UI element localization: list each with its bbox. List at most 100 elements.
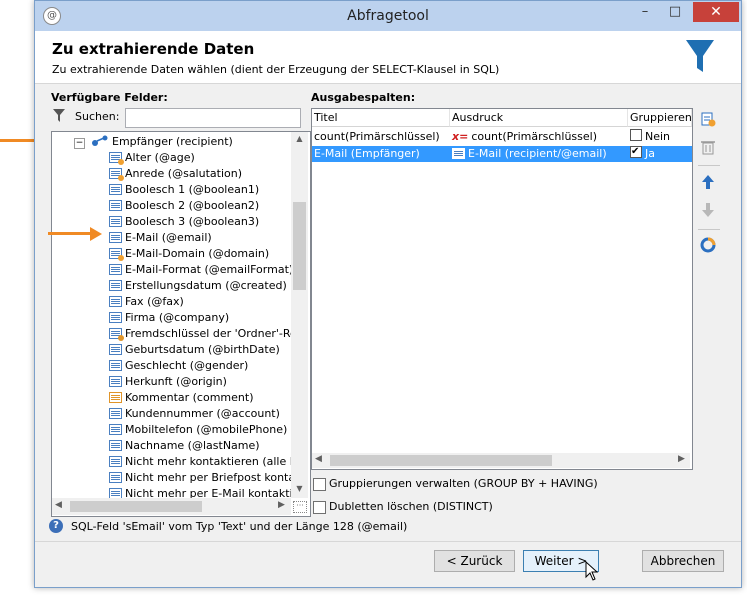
tree-item[interactable]: Boolesch 1 (@boolean1) [109,182,259,198]
tree-item-label: Kommentar (comment) [125,391,254,404]
minimize-button[interactable]: – [631,2,659,22]
title-bar: @ Abfragetool – □ ✕ [35,1,741,31]
field-icon [109,280,122,291]
tree-item-label: Nicht mehr kontaktieren (alle K [125,455,297,468]
expression-text: E-Mail (recipient/@email) [468,147,607,160]
scroll-up-arrow-icon[interactable]: ▲ [291,134,308,143]
distinct-label: Dubletten löschen (DISTINCT) [329,500,493,513]
page-subtitle: Zu extrahierende Daten wählen (dient der… [52,63,500,76]
tree-item[interactable]: Herkunft (@origin) [109,374,227,390]
tree-item-label: Fremdschlüssel der 'Ordner'-Re [125,327,297,340]
tree-item-label: Herkunft (@origin) [125,375,227,388]
tree-item-label: Geschlecht (@gender) [125,359,249,372]
tree-root-label: Empfänger (recipient) [112,135,233,148]
cell-title: E-Mail (Empfänger) [314,147,420,160]
search-input[interactable] [125,108,301,128]
tree-item[interactable]: Firma (@company) [109,310,229,326]
tree-item[interactable]: E-Mail-Format (@emailFormat) [109,262,293,278]
group-label: Nein [645,130,671,143]
tree-item-label: Nicht mehr per Briefpost konta [125,471,296,484]
tree-item[interactable]: Anrede (@salutation) [109,166,242,182]
tree-item[interactable]: Kundennummer (@account) [109,406,280,422]
scroll-right-arrow-icon[interactable]: ▶ [678,454,685,464]
group-checkbox[interactable] [630,129,642,141]
link-field-icon [109,328,124,341]
tree-item[interactable]: Mobiltelefon (@mobilePhone) [109,422,287,438]
tree-item-label: Mobiltelefon (@mobilePhone) [125,423,288,436]
move-up-icon[interactable] [698,174,718,194]
tree-item-label: Kundennummer (@account) [125,407,280,420]
mouse-cursor-icon [585,561,599,581]
field-icon [452,148,465,159]
table-row[interactable]: count(Primärschlüssel) x= count(Primärsch… [312,129,692,145]
group-label: Ja [645,147,655,160]
column-header-expression[interactable]: Ausdruck [450,109,628,127]
scrollbar-thumb[interactable] [330,455,552,466]
add-icon[interactable] [698,111,718,131]
tree-item[interactable]: E-Mail-Domain (@domain) [109,246,269,262]
tree-item[interactable]: Alter (@age) [109,150,195,166]
link-node-icon [92,135,108,146]
resize-grip-icon[interactable]: ··· [293,501,307,513]
field-icon [109,472,122,483]
tree-horizontal-scrollbar[interactable]: ◀ ▶ [52,498,291,515]
field-icon [109,424,122,435]
tree-item[interactable]: Geschlecht (@gender) [109,358,248,374]
field-icon [109,408,122,419]
tree-vertical-scrollbar[interactable]: ▲ ▼ [291,132,308,498]
tree-item[interactable]: Fax (@fax) [109,294,184,310]
back-button[interactable]: < Zurück [434,550,515,572]
column-header-group[interactable]: Gruppieren [628,109,692,127]
output-columns-label: Ausgabespalten: [311,91,416,104]
tree-item[interactable]: Geburtsdatum (@birthDate) [109,342,280,358]
group-by-checkbox[interactable] [313,478,326,491]
tree-item-label: Boolesch 3 (@boolean3) [125,215,260,228]
cancel-button[interactable]: Abbrechen [642,550,724,572]
move-down-icon[interactable] [698,202,718,222]
search-label: Suchen: [75,110,120,123]
tree-item-label: E-Mail-Domain (@domain) [125,247,270,260]
scrollbar-thumb[interactable] [293,202,306,290]
table-row-selected[interactable]: E-Mail (Empfänger) E-Mail (recipient/@em… [312,146,692,162]
tree-item[interactable]: Kommentar (comment) [109,390,253,406]
distinct-checkbox[interactable] [313,501,326,514]
tree-item[interactable]: Nicht mehr per Briefpost konta [109,470,295,486]
close-button[interactable]: ✕ [693,2,739,22]
help-icon: ? [49,519,63,533]
collapse-toggle-icon[interactable]: − [74,138,85,149]
tree-item-email[interactable]: E-Mail (@email) [109,230,212,246]
delete-icon[interactable] [698,139,718,159]
output-columns-grid[interactable]: Titel Ausdruck Gruppieren count(Primärsc… [311,108,693,470]
tree-item-label: Anrede (@salutation) [125,167,242,180]
column-header-title[interactable]: Titel [312,109,450,127]
page-header: Zu extrahierende Daten Zu extrahierende … [35,31,741,84]
scroll-down-arrow-icon[interactable]: ▼ [291,484,308,493]
scroll-left-arrow-icon[interactable]: ◀ [55,500,62,510]
field-icon [109,232,122,243]
group-checkbox-checked[interactable] [630,146,642,160]
available-fields-tree[interactable]: − Empfänger (recipient) Alter (@age) Anre… [51,131,311,517]
distribution-icon[interactable] [698,237,718,257]
grid-horizontal-scrollbar[interactable]: ◀ ▶ [312,453,690,468]
tree-item[interactable]: Boolesch 2 (@boolean2) [109,198,259,214]
toolbar-separator [698,229,720,230]
tree-item[interactable]: Erstellungsdatum (@created) [109,278,287,294]
cell-group[interactable]: Nein [628,129,692,145]
tree-item-label: Erstellungsdatum (@created) [125,279,287,292]
maximize-button[interactable]: □ [661,2,689,22]
tree-item[interactable]: Nachname (@lastName) [109,438,260,454]
cell-expression: x= count(Primärschlüssel) [450,129,628,145]
scrollbar-thumb[interactable] [70,501,202,512]
tree-item[interactable]: Boolesch 3 (@boolean3) [109,214,259,230]
tree-root-recipient[interactable]: − Empfänger (recipient) [74,134,233,150]
scroll-left-arrow-icon[interactable]: ◀ [315,454,322,464]
tree-item[interactable]: Nicht mehr kontaktieren (alle K [109,454,297,470]
tree-item[interactable]: Fremdschlüssel der 'Ordner'-Re [109,326,297,342]
cell-group[interactable]: Ja [628,146,692,162]
tree-item-label: Nachname (@lastName) [125,439,260,452]
computed-field-icon [109,152,124,165]
tree-item-label: Firma (@company) [125,311,230,324]
computed-field-icon [109,248,124,261]
scroll-right-arrow-icon[interactable]: ▶ [278,500,285,510]
field-icon [109,312,122,323]
